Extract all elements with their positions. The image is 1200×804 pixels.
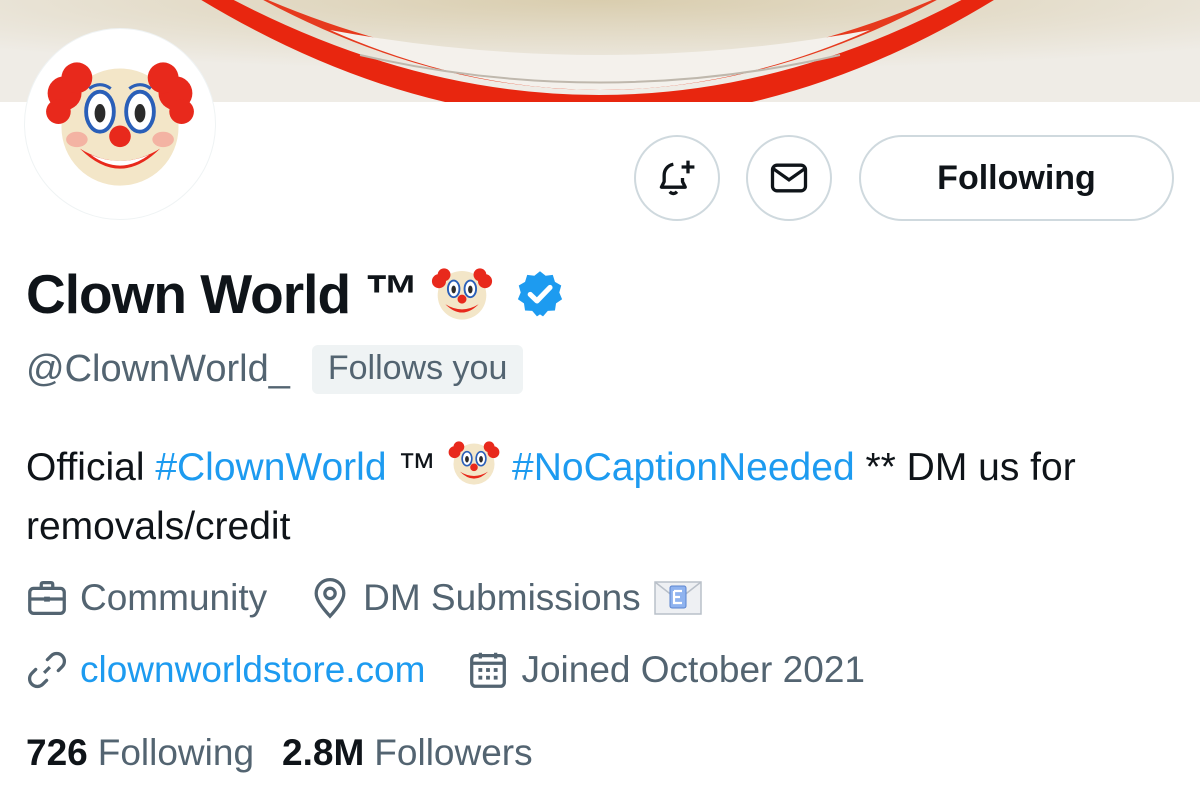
clown-face-icon — [448, 441, 500, 485]
profile-meta-row: clownworldstore.com Joined October 2021 — [24, 645, 865, 695]
following-button[interactable]: Following — [859, 135, 1174, 221]
follow-stats: 726 Following 2.8M Followers — [26, 726, 533, 780]
name-row: Clown World ™ — [26, 256, 566, 332]
hashtag-link[interactable]: #NoCaptionNeeded — [512, 446, 855, 489]
display-name: Clown World ™ — [26, 263, 419, 325]
follows-you-badge: Follows you — [311, 344, 524, 394]
bio-text: ™ — [386, 446, 448, 489]
category-label: Community — [80, 577, 268, 618]
bio-text: Official — [26, 446, 156, 489]
joined-item: Joined October 2021 — [465, 647, 865, 693]
location-label: DM Submissions — [363, 577, 641, 618]
profile-avatar[interactable] — [24, 28, 216, 220]
followers-label: Followers — [374, 732, 533, 773]
briefcase-icon — [28, 581, 66, 615]
location-item: DM Submissions — [307, 575, 703, 621]
joined-label: Joined October 2021 — [521, 649, 865, 690]
followers-stat[interactable]: 2.8M Followers — [282, 732, 533, 774]
profile-bio: Official #ClownWorld ™ #NoCaptionNeeded … — [26, 436, 1146, 556]
category-item: Community — [24, 575, 267, 621]
clown-face-icon — [46, 62, 194, 186]
following-count: 726 — [26, 732, 88, 773]
notify-button[interactable] — [634, 135, 720, 221]
hashtag-link[interactable]: #ClownWorld — [155, 446, 386, 489]
message-button[interactable] — [746, 135, 832, 221]
bell-plus-icon — [659, 160, 695, 196]
calendar-icon — [470, 652, 507, 688]
profile-meta-row: Community DM Submissions — [24, 573, 703, 623]
clown-face-icon — [432, 268, 493, 320]
link-icon — [27, 651, 67, 689]
envelope-icon — [770, 163, 808, 193]
user-handle: @ClownWorld_ — [26, 347, 290, 390]
handle-row: @ClownWorld_ Follows you — [26, 344, 524, 394]
following-label: Following — [97, 732, 255, 773]
incoming-envelope-icon — [653, 581, 702, 615]
following-stat[interactable]: 726 Following — [26, 732, 254, 774]
website-link[interactable]: clownworldstore.com — [80, 649, 425, 691]
verified-badge-icon[interactable] — [514, 268, 566, 320]
followers-count: 2.8M — [282, 732, 365, 773]
location-pin-icon — [314, 578, 346, 619]
website-item[interactable]: clownworldstore.com — [24, 647, 425, 693]
